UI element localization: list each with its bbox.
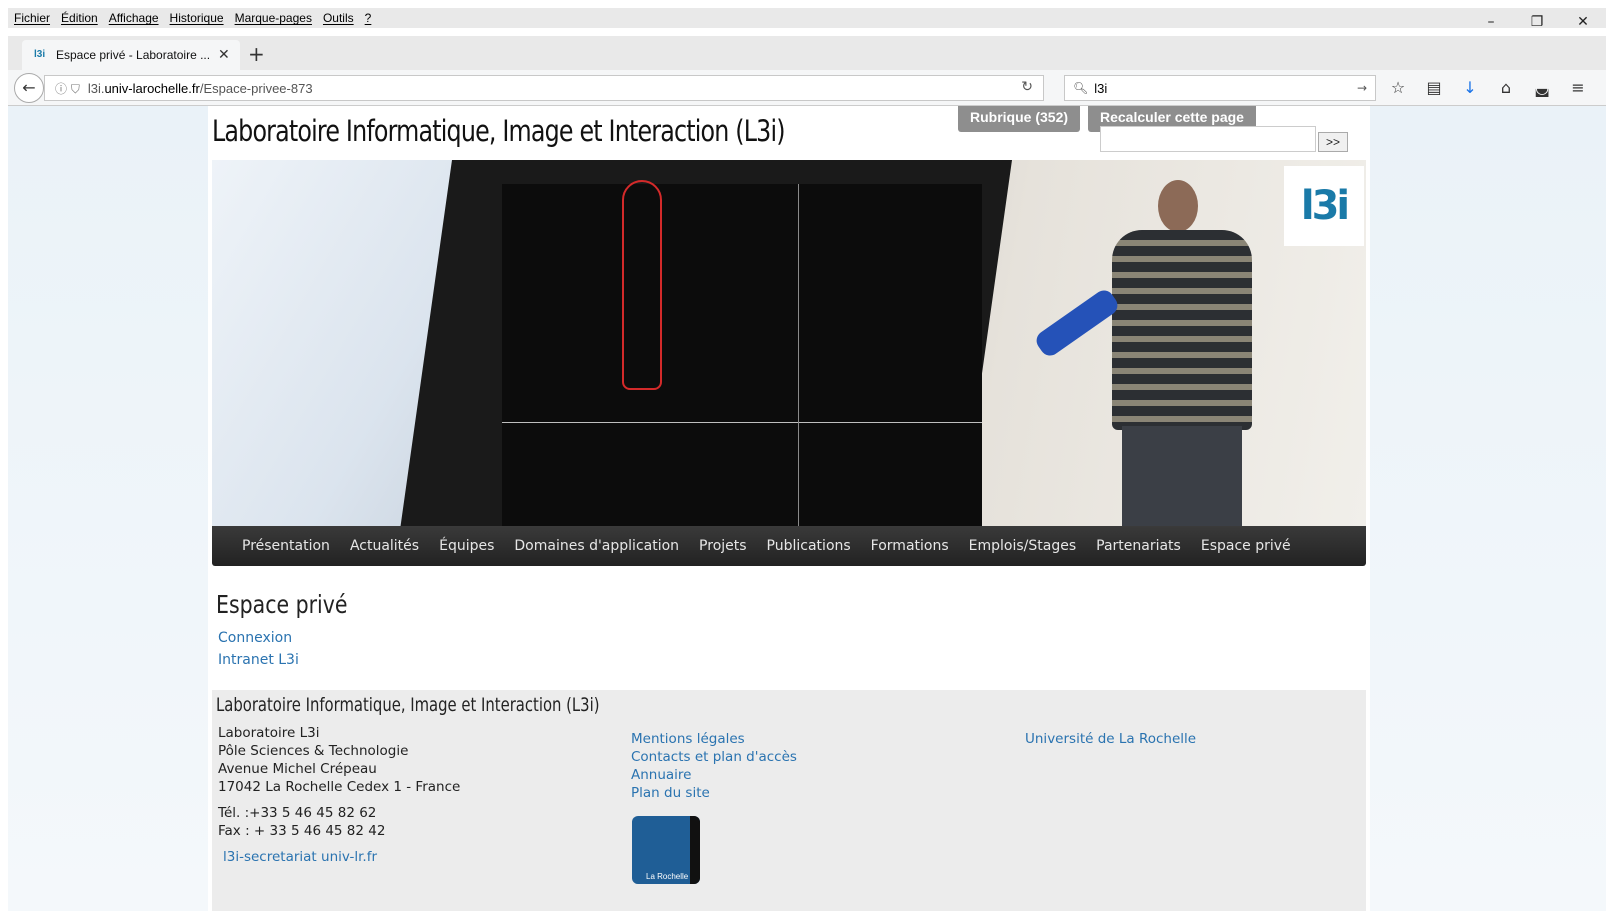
- new-tab-icon[interactable]: +: [248, 42, 265, 66]
- pocket-icon[interactable]: ◛: [1524, 76, 1560, 100]
- page-title: Espace privé: [216, 590, 348, 619]
- home-icon[interactable]: ⌂: [1488, 76, 1524, 100]
- hamburger-menu-icon[interactable]: ≡: [1560, 76, 1596, 100]
- l3i-logo[interactable]: l3i: [1284, 166, 1364, 246]
- menu-edition[interactable]: Édition: [61, 11, 98, 25]
- footer-fax: Fax : + 33 5 46 45 82 42: [218, 823, 386, 839]
- footer-address-line: Laboratoire L3i: [218, 725, 320, 741]
- window-controls: – ❐ ✕: [1468, 8, 1606, 36]
- banner-display-divider-v: [798, 184, 799, 526]
- site-title[interactable]: Laboratoire Informatique, Image et Inter…: [212, 114, 786, 148]
- url-text: l3i.univ-larochelle.fr/Espace-privee-873: [88, 81, 313, 96]
- l3i-logo-text: l3i: [1300, 183, 1350, 229]
- download-icon[interactable]: ↓: [1452, 76, 1488, 100]
- menu-outils[interactable]: Outils: [323, 11, 354, 25]
- close-window-button[interactable]: ✕: [1560, 14, 1606, 30]
- nav-emplois-stages[interactable]: Emplois/Stages: [969, 538, 1076, 554]
- url-path: /Espace-privee-873: [199, 80, 313, 96]
- site-main-nav: Présentation Actualités Équipes Domaines…: [212, 526, 1366, 566]
- browser-menubar: Fichier Édition Affichage Historique Mar…: [0, 0, 1606, 36]
- nav-actualites[interactable]: Actualités: [350, 538, 419, 554]
- restore-button[interactable]: ❐: [1514, 14, 1560, 30]
- footer-address-line: Pôle Sciences & Technologie: [218, 743, 409, 759]
- tab-title: Espace privé - Laboratoire ...: [56, 48, 211, 62]
- nav-equipes[interactable]: Équipes: [439, 538, 494, 554]
- connexion-link[interactable]: Connexion: [218, 630, 292, 646]
- site-footer: Laboratoire Informatique, Image et Inter…: [212, 690, 1366, 911]
- tab-close-icon[interactable]: ✕: [218, 47, 230, 63]
- footer-phone: Tél. :+33 5 46 45 82 62: [218, 805, 377, 821]
- reload-icon[interactable]: ↻: [1021, 79, 1033, 95]
- nav-partenariats[interactable]: Partenariats: [1096, 538, 1181, 554]
- l3i-favicon-icon: l3i: [34, 49, 46, 60]
- footer-link-annuaire[interactable]: Annuaire: [631, 766, 692, 784]
- menu-marque-pages[interactable]: Marque-pages: [235, 11, 312, 25]
- toolbar-icons: ☆ ▤ ↓ ⌂ ◛ ≡: [1380, 76, 1596, 100]
- site-search-input[interactable]: [1100, 126, 1316, 152]
- banner-person-legs: [1122, 426, 1242, 526]
- intranet-link[interactable]: Intranet L3i: [218, 652, 299, 668]
- footer-link-plan-du-site[interactable]: Plan du site: [631, 784, 710, 802]
- site-search-button[interactable]: >>: [1318, 132, 1348, 152]
- menubar-strip: Fichier Édition Affichage Historique Mar…: [8, 8, 1606, 28]
- banner-image: l3i: [212, 160, 1366, 526]
- footer-title: Laboratoire Informatique, Image et Inter…: [216, 694, 600, 716]
- url-domain: univ-larochelle.fr: [104, 80, 200, 96]
- univ-logo-band: [690, 816, 700, 884]
- footer-link-universite[interactable]: Université de La Rochelle: [1025, 730, 1196, 748]
- banner-person-sweater: [1112, 230, 1252, 430]
- universite-la-rochelle-logo[interactable]: La Rochelle: [632, 816, 700, 884]
- tab-strip: l3i Espace privé - Laboratoire ... ✕ +: [8, 36, 1606, 70]
- rubrique-button[interactable]: Rubrique (352): [958, 106, 1081, 132]
- browser-navbar: ← ⓘ ⛉ l3i.univ-larochelle.fr/Espace-priv…: [8, 70, 1606, 106]
- nav-formations[interactable]: Formations: [871, 538, 949, 554]
- footer-address-line: Avenue Michel Crépeau: [218, 761, 377, 777]
- footer-address-line: 17042 La Rochelle Cedex 1 - France: [218, 779, 461, 795]
- banner-red-silhouette: [622, 180, 662, 390]
- nav-domaines-application[interactable]: Domaines d'application: [514, 538, 679, 554]
- nav-projets[interactable]: Projets: [699, 538, 747, 554]
- site-info-icon[interactable]: ⓘ ⛉: [55, 80, 80, 97]
- url-prefix: l3i.: [87, 80, 105, 96]
- footer-link-contacts[interactable]: Contacts et plan d'accès: [631, 748, 797, 766]
- bookmark-star-icon[interactable]: ☆: [1380, 76, 1416, 100]
- menu-fichier[interactable]: Fichier: [14, 11, 50, 25]
- banner-person-head: [1158, 180, 1198, 232]
- minimize-button[interactable]: –: [1468, 14, 1514, 30]
- footer-email-link[interactable]: l3i-secretariat univ-lr.fr: [223, 848, 377, 866]
- search-input[interactable]: l3i: [1094, 81, 1357, 96]
- search-icon: 🔍︎: [1073, 81, 1089, 95]
- menu-help[interactable]: ?: [365, 11, 372, 25]
- back-arrow-icon[interactable]: ←: [14, 73, 44, 103]
- browser-search-bar[interactable]: 🔍︎ l3i →: [1064, 75, 1376, 101]
- tab-espace-prive[interactable]: l3i Espace privé - Laboratoire ... ✕: [22, 40, 240, 70]
- footer-link-mentions-legales[interactable]: Mentions légales: [631, 730, 745, 748]
- banner-display-divider-h: [502, 422, 982, 423]
- bookmarks-library-icon[interactable]: ▤: [1416, 76, 1452, 100]
- nav-espace-prive[interactable]: Espace privé: [1201, 538, 1291, 554]
- url-bar[interactable]: ⓘ ⛉ l3i.univ-larochelle.fr/Espace-privee…: [44, 75, 1044, 101]
- menu-historique[interactable]: Historique: [170, 11, 224, 25]
- site-container: Laboratoire Informatique, Image et Inter…: [208, 106, 1370, 911]
- menu-affichage[interactable]: Affichage: [109, 11, 159, 25]
- nav-presentation[interactable]: Présentation: [242, 538, 330, 554]
- univ-logo-text: La Rochelle: [646, 872, 689, 881]
- nav-publications[interactable]: Publications: [767, 538, 851, 554]
- banner-monitor-display: [502, 184, 982, 526]
- search-go-icon[interactable]: →: [1357, 81, 1367, 95]
